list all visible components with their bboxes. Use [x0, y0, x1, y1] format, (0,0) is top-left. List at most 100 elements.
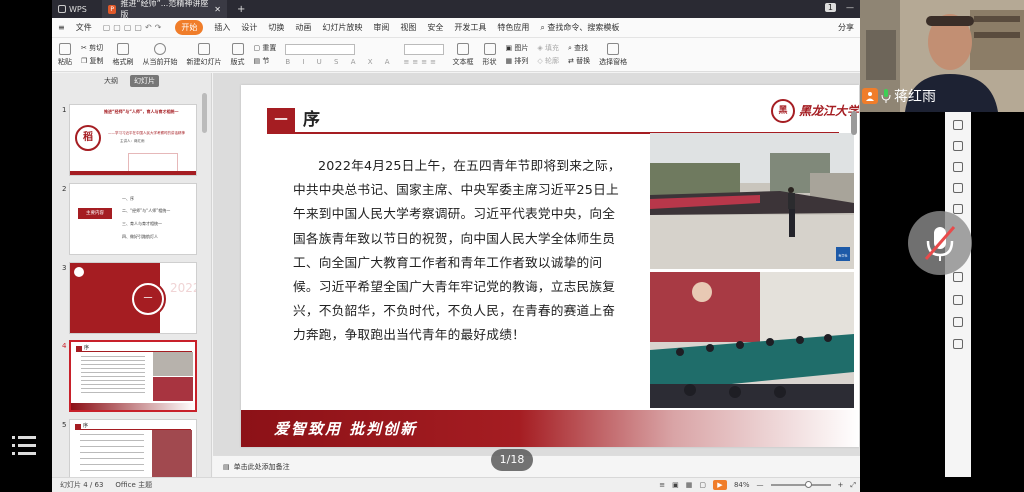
notification-badge[interactable]: 1 [824, 3, 836, 12]
normal-view-icon[interactable]: ▣ [672, 481, 679, 489]
slide-thumbnail-4[interactable]: 4 序 [52, 340, 211, 416]
paste-button[interactable]: 粘贴 [58, 42, 72, 67]
replace-button[interactable]: ⇄ 替换 [568, 56, 590, 66]
thumbnail-image: 一 2022 [69, 262, 197, 334]
fit-window-icon[interactable]: ⤢ [850, 481, 856, 490]
slide-thumbnail-3[interactable]: 3 一 2022 [52, 262, 211, 338]
tab-view[interactable]: 视图 [400, 22, 416, 33]
arrange-button[interactable]: ▦ 排列 [506, 56, 529, 66]
reset-button[interactable]: ▢ 重置 [254, 43, 277, 53]
speaker-icon [862, 88, 878, 104]
font-name-dropdown[interactable] [285, 43, 356, 55]
thumbnail-image: 主要内容 一、序 二、“经师”与“人师”相统一 三、育人与育才相统一 四、做好引… [69, 183, 197, 255]
tab-features[interactable]: 特色应用 [497, 22, 529, 33]
tool-icon[interactable] [953, 317, 963, 327]
minimize-icon[interactable]: — [846, 3, 854, 12]
tab-animation[interactable]: 动画 [295, 22, 311, 33]
section-number: 一 [267, 108, 295, 133]
document-tab[interactable]: P 推进“经师”...范精神讲座版 ✕ [102, 0, 227, 19]
style-group: ◈ 填充 ◇ 轮廓 [537, 43, 559, 66]
select-pane-icon [607, 42, 620, 55]
slide-thumbnail-1[interactable]: 1 稻 推进“经师”与“人师”，育人与育才相统一 ——学习习近平在中国人民大学考… [52, 104, 211, 180]
thumb-speaker: 主讲人：蒋红雨 [120, 139, 145, 143]
copy-button[interactable]: ❐ 复制 [81, 56, 104, 66]
thumb-footer-band [71, 403, 195, 410]
reading-view-icon[interactable]: ▢ [699, 481, 706, 489]
thumb-seal [74, 267, 84, 277]
wps-app-button[interactable]: WPS [52, 5, 102, 14]
new-slide-icon [198, 42, 211, 55]
screen-margin [971, 112, 1024, 492]
tool-icon[interactable] [953, 183, 963, 193]
paragraph-group: ≡≡≡≡ [403, 43, 444, 66]
slide-canvas[interactable]: 一 序 黑 黑龙江大学 2022年4月25日上午，在五四青年节即将到来之际，中共… [213, 73, 860, 455]
copy-label: 复制 [89, 57, 104, 65]
tool-icon[interactable] [953, 162, 963, 172]
thumb-bottom-bar [70, 171, 196, 175]
font-style-buttons[interactable]: B I U S A X A [285, 58, 394, 66]
select-pane-button[interactable]: 选择窗格 [599, 42, 627, 67]
format-painter-button[interactable]: 格式刷 [113, 42, 134, 67]
cut-button[interactable]: ✂ 剪切 [81, 43, 104, 53]
alignment-buttons[interactable]: ≡≡≡≡ [404, 58, 444, 66]
font-group: B I U S A X A [285, 43, 394, 66]
new-tab-icon[interactable]: + [227, 4, 255, 15]
font-size-dropdown[interactable] [403, 43, 444, 55]
cut-label: 剪切 [89, 44, 104, 52]
zoom-slider-knob[interactable] [804, 481, 812, 488]
tab-insert[interactable]: 插入 [214, 22, 230, 33]
outline-button[interactable]: ◇ 轮廓 [537, 56, 559, 66]
play-icon [154, 42, 167, 55]
textbox-button[interactable]: 文本框 [452, 42, 474, 67]
find-button[interactable]: ⌕ 查找 [568, 43, 590, 53]
new-slide-button[interactable]: 新建幻灯片 [187, 42, 222, 67]
slideshow-play-button[interactable]: ▶ [712, 480, 727, 490]
tab-security[interactable]: 安全 [427, 22, 443, 33]
layout-label: 版式 [230, 57, 245, 66]
quick-access-icons[interactable]: ▢▢▢▢↶↷ [103, 23, 165, 32]
fill-button[interactable]: ◈ 填充 [537, 43, 559, 53]
shape-button[interactable]: 形状 [483, 42, 497, 67]
canvas-scrollbar[interactable] [851, 111, 857, 135]
notes-toggle-icon[interactable]: ≡ [659, 481, 665, 489]
zoom-in-icon[interactable]: + [838, 481, 844, 489]
picture-label: 图片 [514, 44, 529, 52]
picture-button[interactable]: ▣ 图片 [506, 43, 529, 53]
tool-icon[interactable] [953, 120, 963, 130]
tool-icon[interactable] [953, 141, 963, 151]
close-tab-icon[interactable]: ✕ [214, 5, 221, 14]
command-search[interactable]: ⌕ 查找命令、搜索模板 [540, 22, 619, 33]
textbox-label: 文本框 [452, 57, 474, 66]
slide-thumbnail-5[interactable]: 5 序 [52, 419, 211, 477]
presentation-file-icon: P [108, 4, 117, 14]
share-button[interactable]: 分享 [838, 22, 854, 33]
arrange-label: 排列 [514, 57, 529, 65]
microphone-active-icon [881, 89, 891, 103]
tool-icon[interactable] [953, 295, 963, 305]
notes-bar[interactable]: ▤ 单击此处添加备注 [213, 455, 860, 477]
sorter-view-icon[interactable]: ▦ [686, 481, 693, 489]
zoom-out-icon[interactable]: — [757, 481, 764, 489]
current-slide[interactable]: 一 序 黑 黑龙江大学 2022年4月25日上午，在五四青年节即将到来之际，中共… [241, 85, 859, 447]
slide-thumbnail-2[interactable]: 2 主要内容 一、序 二、“经师”与“人师”相统一 三、育人与育才相统一 四、做… [52, 183, 211, 259]
play-from-current-button[interactable]: 从当前开始 [143, 42, 178, 67]
section-button[interactable]: ▤ 节 [254, 56, 277, 66]
help-icon[interactable] [953, 339, 963, 349]
layout-button[interactable]: 版式 [230, 42, 245, 67]
tab-review[interactable]: 审阅 [373, 22, 389, 33]
mute-microphone-button[interactable] [908, 211, 972, 275]
editing-group: ⌕ 查找 ⇄ 替换 [568, 43, 590, 66]
tab-slides[interactable]: 幻灯片 [130, 75, 159, 87]
university-motto: 爱智致用 批判创新 [274, 420, 418, 438]
app-name: WPS [69, 4, 87, 14]
hamburger-menu-icon[interactable]: ≡ [58, 23, 65, 32]
tab-developer[interactable]: 开发工具 [454, 22, 486, 33]
list-menu-icon[interactable] [12, 434, 36, 456]
tab-home[interactable]: 开始 [175, 20, 204, 35]
tab-design[interactable]: 设计 [241, 22, 257, 33]
tab-outline[interactable]: 大纲 [104, 76, 118, 86]
zoom-slider[interactable] [770, 481, 831, 488]
menu-file[interactable]: 文件 [76, 22, 92, 33]
tab-slideshow[interactable]: 幻灯片放映 [322, 22, 362, 33]
tab-transition[interactable]: 切换 [268, 22, 284, 33]
